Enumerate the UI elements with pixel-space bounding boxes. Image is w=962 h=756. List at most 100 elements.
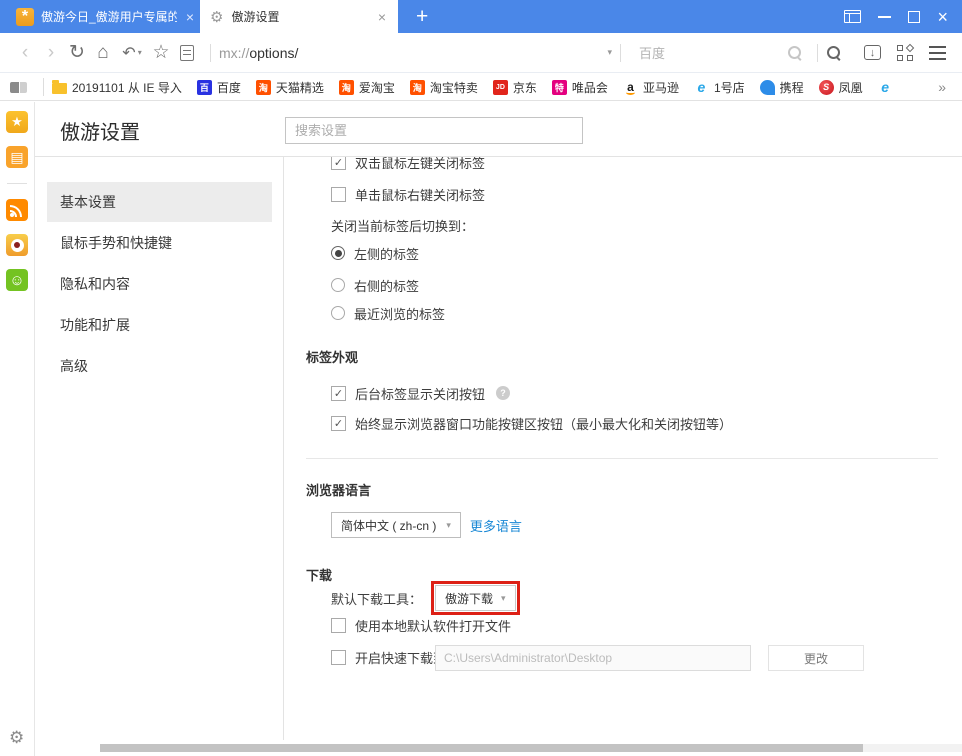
nav-item-privacy[interactable]: 隐私和内容 [47, 264, 272, 304]
tab-close-icon[interactable]: × [184, 9, 196, 25]
maximize-button[interactable] [908, 11, 920, 23]
main-menu-icon[interactable] [929, 46, 946, 60]
checkbox-row-quick-download[interactable]: 开启快速下载到 [331, 647, 446, 667]
folder-icon [52, 83, 67, 94]
horizontal-scrollbar-thumb[interactable] [100, 744, 863, 752]
checkbox-label: 开启快速下载到 [355, 648, 446, 667]
radio-selected[interactable] [331, 246, 345, 260]
forward-icon[interactable]: › [38, 43, 64, 63]
apps-grid-icon[interactable] [897, 45, 913, 61]
checkbox-row-local-app[interactable]: 使用本地默认软件打开文件 [331, 615, 511, 635]
language-select[interactable]: 简体中文 ( zh-cn ) ▾ [331, 512, 461, 538]
language-row: 简体中文 ( zh-cn ) ▾ 更多语言 [331, 512, 522, 538]
nav-item-advanced[interactable]: 高级 [47, 346, 272, 386]
bookmark-phoenix[interactable]: S 凤凰 [819, 79, 863, 96]
change-path-button[interactable]: 更改 [768, 645, 864, 671]
bookmark-vip[interactable]: 特 唯品会 [552, 79, 608, 96]
radio-row-left-tab[interactable]: 左侧的标签 [331, 243, 419, 263]
rss-icon[interactable] [6, 199, 28, 221]
search-icon[interactable] [787, 45, 803, 61]
undo-closed-tabs-button[interactable]: ↶ ▾ [116, 43, 148, 63]
url-text[interactable]: mx://options/ [219, 45, 298, 61]
bookmark-label: 淘宝特卖 [430, 79, 478, 96]
bookmark-tmall[interactable]: 淘 天猫精选 [256, 79, 324, 96]
settings-nav: 基本设置 鼠标手势和快捷键 隐私和内容 功能和扩展 高级 [35, 157, 283, 740]
nav-item-features-extensions[interactable]: 功能和扩展 [47, 305, 272, 345]
sidebar-settings-gear-icon[interactable]: ⚙ [9, 728, 24, 748]
bookmark-amazon[interactable]: a 亚马逊 [623, 79, 679, 96]
bookmark-baidu[interactable]: 百 百度 [197, 79, 241, 96]
favorites-icon[interactable]: ★ [6, 111, 28, 133]
checkbox-label: 后台标签显示关闭按钮 [355, 384, 485, 403]
bookmark-yhd[interactable]: e 1号店 [694, 79, 745, 96]
back-icon[interactable]: ‹ [12, 43, 38, 63]
bookmark-aitaobao[interactable]: 淘 爱淘宝 [339, 79, 395, 96]
bookmark-jd[interactable]: JD 京东 [493, 79, 537, 96]
download-tool-select[interactable]: 傲游下载 ▾ [435, 585, 516, 611]
download-tool-value: 傲游下载 [445, 590, 493, 607]
ie-icon: e [694, 80, 709, 95]
weibo-icon[interactable] [6, 234, 28, 256]
sniffer-icon[interactable] [826, 45, 842, 61]
download-tool-label: 默认下载工具： [331, 589, 422, 608]
bookmark-taobao-sale[interactable]: 淘 淘宝特卖 [410, 79, 478, 96]
sidebar-toggle-icon[interactable] [10, 82, 27, 93]
bookmark-ie[interactable]: e [878, 80, 893, 95]
checkbox-row-double-click-close[interactable]: ✓ 双击鼠标左键关闭标签 [331, 157, 485, 172]
amazon-icon: a [623, 80, 638, 95]
more-languages-link[interactable]: 更多语言 [470, 516, 522, 535]
checkbox-unchecked[interactable] [331, 187, 346, 202]
radio-unselected[interactable] [331, 278, 345, 292]
search-engine-field[interactable]: 百度 [639, 43, 787, 62]
section-heading-tab-appearance: 标签外观 [306, 348, 358, 368]
settings-search-input[interactable] [285, 117, 583, 144]
download-icon[interactable]: ↓ [864, 45, 881, 60]
nav-item-basic[interactable]: 基本设置 [47, 182, 272, 222]
download-tool-row: 默认下载工具： 傲游下载 ▾ [331, 581, 520, 615]
page-title: 傲游设置 [60, 116, 140, 145]
maxnote-icon[interactable]: ▤ [6, 146, 28, 168]
checkbox-checked[interactable]: ✓ [331, 386, 346, 401]
horizontal-scrollbar-track[interactable] [863, 744, 962, 752]
radio-row-right-tab[interactable]: 右侧的标签 [331, 275, 419, 295]
tab-close-icon[interactable]: × [376, 9, 388, 25]
baidu-icon: 百 [197, 80, 212, 95]
bookmark-folder-import[interactable]: 20191101 从 IE 导入 [52, 79, 182, 96]
bookmarks-overflow-icon[interactable]: » [938, 79, 952, 95]
bookmark-label: 京东 [513, 79, 537, 96]
minimize-button[interactable] [878, 16, 891, 18]
checkbox-row-right-click-close[interactable]: 单击鼠标右键关闭标签 [331, 184, 485, 204]
url-dropdown-icon[interactable]: ▾ [607, 47, 612, 58]
checkbox-row-bg-tab-close[interactable]: ✓ 后台标签显示关闭按钮 ? [331, 383, 510, 403]
refresh-icon[interactable]: ↻ [64, 43, 90, 63]
tab-maxthon-today[interactable]: * 傲游今日_傲游用户专属的网 × [12, 0, 200, 33]
logo-glyph: * [22, 12, 28, 22]
checkbox-row-window-buttons[interactable]: ✓ 始终显示浏览器窗口功能按键区按钮（最小最大化和关闭按钮等） [331, 413, 732, 433]
taobao-icon: 淘 [339, 80, 354, 95]
radio-row-recent-tab[interactable]: 最近浏览的标签 [331, 303, 445, 323]
nav-item-mouse-shortcuts[interactable]: 鼠标手势和快捷键 [47, 223, 272, 263]
chevron-down-icon: ▾ [446, 520, 451, 531]
tab-title: 傲游设置 [231, 8, 367, 25]
checkbox-label: 单击鼠标右键关闭标签 [355, 185, 485, 204]
reader-mode-icon[interactable] [180, 45, 194, 61]
smiley-icon[interactable]: ☺ [6, 269, 28, 291]
favorite-star-icon[interactable]: ☆ [148, 43, 174, 63]
download-path-input[interactable] [435, 645, 751, 671]
bookmark-ctrip[interactable]: 携程 [760, 79, 804, 96]
settings-tab-gear-icon: ⚙ [210, 8, 223, 26]
close-window-button[interactable]: × [937, 8, 948, 26]
split-screen-icon[interactable] [844, 10, 861, 23]
taobao-icon: 淘 [410, 80, 425, 95]
radio-unselected[interactable] [331, 306, 345, 320]
checkbox-checked[interactable]: ✓ [331, 157, 346, 170]
help-icon[interactable]: ? [496, 386, 510, 400]
checkbox-unchecked[interactable] [331, 618, 346, 633]
divider [620, 44, 621, 62]
checkbox-unchecked[interactable] [331, 650, 346, 665]
tab-settings[interactable]: ⚙ 傲游设置 × [200, 0, 398, 33]
new-tab-button[interactable]: + [416, 5, 428, 29]
home-icon[interactable]: ⌂ [90, 43, 116, 63]
settings-header: 傲游设置 [35, 102, 962, 157]
checkbox-checked[interactable]: ✓ [331, 416, 346, 431]
